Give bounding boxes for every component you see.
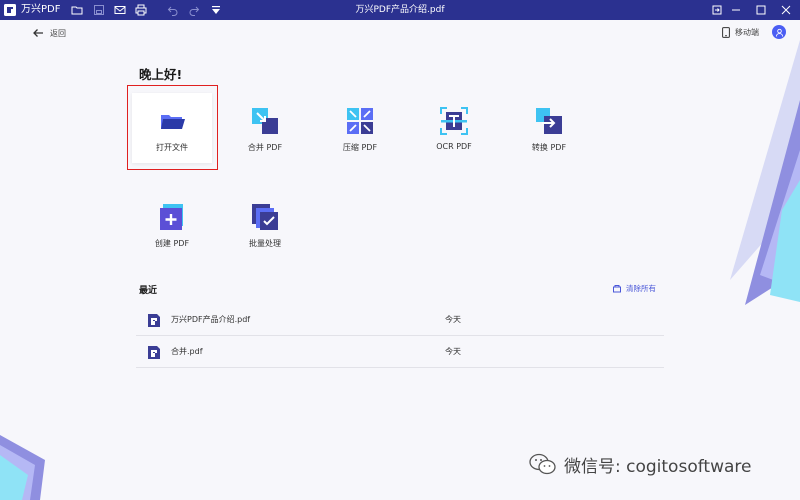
redo-icon[interactable]	[187, 3, 201, 17]
file-name: 合并.pdf	[171, 347, 203, 356]
pdf-file-icon	[148, 314, 160, 327]
maximize-button[interactable]	[747, 0, 775, 20]
title-bar: 万兴PDF 万兴PDF产品介绍.pdf	[0, 0, 800, 20]
tool-convert-pdf[interactable]: 转换 PDF	[509, 93, 589, 163]
clear-all-label: 清除所有	[626, 283, 656, 293]
close-button[interactable]	[772, 0, 800, 20]
file-name: 万兴PDF产品介绍.pdf	[171, 315, 251, 324]
tool-create-pdf[interactable]: 创建 PDF	[132, 189, 212, 259]
quick-access-dropdown-icon[interactable]	[209, 3, 223, 17]
file-date: 今天	[445, 347, 461, 356]
highlight-frame	[127, 85, 218, 170]
convert-icon	[536, 108, 562, 134]
back-button[interactable]: 返回	[32, 26, 66, 40]
mobile-button[interactable]: 移动端	[722, 25, 759, 39]
batch-icon	[252, 204, 278, 230]
tool-label: 转换 PDF	[531, 143, 567, 152]
mobile-label: 移动端	[735, 27, 759, 37]
undo-icon[interactable]	[166, 3, 180, 17]
list-item[interactable]: 合并.pdf 今天	[136, 336, 664, 368]
clear-icon	[613, 285, 621, 293]
tool-merge-pdf[interactable]: 合并 PDF	[225, 93, 305, 163]
mail-icon[interactable]	[113, 3, 127, 17]
watermark-text: 微信号: cogitosoftware	[564, 456, 752, 477]
tool-label: 压缩 PDF	[342, 143, 378, 152]
tool-label: 批量处理	[249, 239, 281, 248]
list-item[interactable]: 万兴PDF产品介绍.pdf 今天	[136, 304, 664, 336]
tool-label: 创建 PDF	[154, 239, 190, 248]
file-date: 今天	[445, 315, 461, 324]
compress-icon	[347, 108, 373, 134]
tool-label: OCR PDF	[436, 142, 472, 151]
decorative-shapes-left	[0, 435, 45, 500]
minimize-button[interactable]	[722, 0, 750, 20]
greeting-heading: 晚上好!	[139, 67, 183, 82]
merge-icon	[252, 108, 278, 134]
recent-heading: 最近	[139, 286, 158, 296]
avatar[interactable]	[772, 25, 786, 39]
arrow-left-icon	[33, 29, 43, 37]
tool-batch-process[interactable]: 批量处理	[225, 189, 305, 259]
create-icon	[160, 204, 183, 230]
app-logo-icon	[4, 4, 16, 16]
save-icon[interactable]	[92, 3, 106, 17]
decorative-shapes-right	[730, 40, 800, 305]
pdf-file-icon	[148, 346, 160, 359]
wechat-icon	[529, 453, 556, 475]
back-label: 返回	[50, 28, 66, 38]
watermark: 微信号: cogitosoftware	[528, 450, 751, 478]
print-icon[interactable]	[134, 3, 148, 17]
app-name: 万兴PDF	[21, 4, 61, 15]
tool-ocr-pdf[interactable]: OCR PDF	[414, 93, 494, 163]
phone-icon	[722, 26, 730, 38]
tool-label: 合并 PDF	[247, 143, 283, 152]
tool-compress-pdf[interactable]: 压缩 PDF	[320, 93, 400, 163]
clear-all-button[interactable]: 清除所有	[612, 282, 656, 294]
open-folder-icon[interactable]	[70, 3, 84, 17]
user-icon	[775, 28, 783, 37]
ocr-icon	[440, 107, 468, 135]
